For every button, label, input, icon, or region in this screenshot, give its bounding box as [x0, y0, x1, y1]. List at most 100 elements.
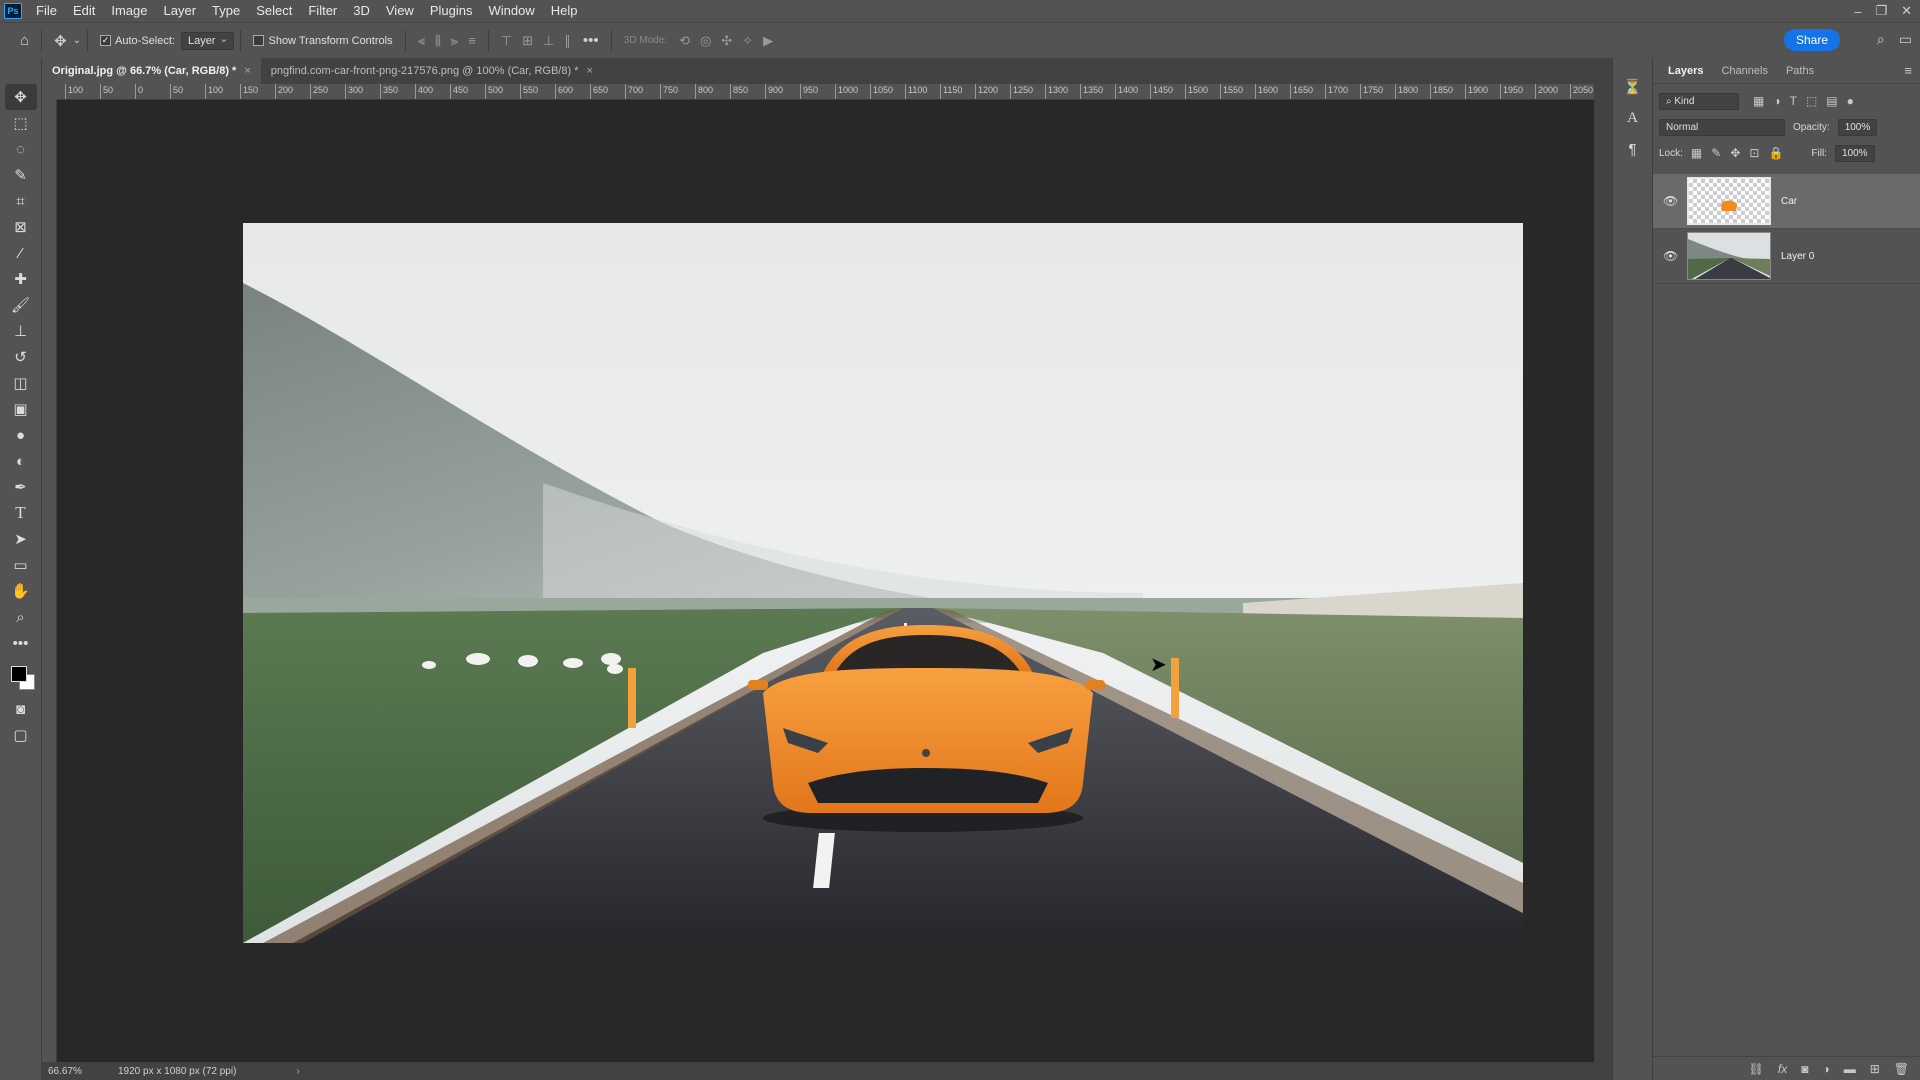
chevron-down-icon[interactable]: ⌄	[73, 35, 81, 46]
lock-transparent-icon[interactable]: ▦	[1691, 146, 1702, 160]
menu-help[interactable]: Help	[543, 0, 586, 22]
tab-layers[interactable]: Layers	[1659, 58, 1712, 84]
lasso-tool-icon[interactable]: ◌	[5, 136, 37, 162]
tab-paths[interactable]: Paths	[1777, 58, 1823, 84]
path-select-tool-icon[interactable]: ➤	[5, 526, 37, 552]
layer-name[interactable]: Car	[1781, 196, 1797, 207]
gradient-tool-icon[interactable]: ▣	[5, 396, 37, 422]
tab-close-icon[interactable]: ×	[586, 58, 592, 84]
menu-image[interactable]: Image	[103, 0, 155, 22]
zoom-level[interactable]: 66.67%	[42, 1066, 102, 1077]
align-right-icon[interactable]: ⫸	[451, 33, 458, 49]
filter-toggle-icon[interactable]: ●	[1847, 94, 1854, 108]
new-layer-icon[interactable]: ⊞	[1870, 1062, 1880, 1076]
layer-style-icon[interactable]: fx	[1778, 1062, 1787, 1076]
status-menu-arrow[interactable]: ›	[236, 1066, 299, 1077]
home-icon[interactable]: ⌂	[14, 32, 35, 49]
align-top-icon[interactable]: ⊤	[501, 33, 512, 49]
tab-pngfind[interactable]: pngfind.com-car-front-png-217576.png @ 1…	[261, 58, 603, 84]
quick-mask-icon[interactable]: ◙	[5, 696, 37, 722]
vertical-scrollbar[interactable]	[1594, 84, 1612, 1062]
restore-button[interactable]: ❐	[1875, 3, 1887, 19]
slide-icon[interactable]: ✧	[742, 33, 753, 49]
document-canvas[interactable]	[243, 223, 1523, 943]
canvas-area[interactable]: ➤	[57, 100, 1594, 1062]
orbit-icon[interactable]: ⟲	[679, 33, 690, 49]
new-group-icon[interactable]: ▬	[1844, 1062, 1856, 1076]
blend-mode-dropdown[interactable]: Normal	[1659, 118, 1785, 136]
pan-icon[interactable]: ✣	[721, 33, 732, 49]
rectangle-tool-icon[interactable]: ▭	[5, 552, 37, 578]
align-left-icon[interactable]: ⫷	[418, 33, 425, 49]
lock-pixels-icon[interactable]: ✎	[1711, 146, 1721, 160]
roll-icon[interactable]: ◎	[700, 33, 711, 49]
link-layers-icon[interactable]: ⛓	[1749, 1062, 1764, 1076]
brush-tool-icon[interactable]: 🖌	[5, 292, 37, 318]
visibility-eye-icon[interactable]: 👁	[1663, 194, 1678, 208]
crop-tool-icon[interactable]: ⌗	[5, 188, 37, 214]
visibility-eye-icon[interactable]: 👁	[1663, 249, 1678, 263]
healing-brush-tool-icon[interactable]: ✚	[5, 266, 37, 292]
search-icon[interactable]: ⌕	[1877, 31, 1885, 48]
tab-original[interactable]: Original.jpg @ 66.7% (Car, RGB/8) * ×	[42, 58, 261, 84]
camera-icon[interactable]: ▶	[763, 33, 773, 49]
history-brush-tool-icon[interactable]: ↺	[5, 344, 37, 370]
smart-object-filter-icon[interactable]: ▤	[1826, 94, 1837, 108]
vertical-ruler[interactable]	[42, 100, 57, 1062]
add-mask-icon[interactable]: ◙	[1801, 1062, 1808, 1076]
history-panel-icon[interactable]: ⏳	[1623, 78, 1642, 96]
auto-select-checkbox[interactable]: ✓ Auto-Select:	[94, 35, 181, 47]
adjustment-layer-icon[interactable]: ◑	[1822, 1062, 1829, 1076]
lock-all-icon[interactable]: 🔒	[1768, 146, 1783, 160]
tab-channels[interactable]: Channels	[1712, 58, 1776, 84]
horizontal-ruler[interactable]: 100 50 0 50 100 150 200 250 300 350 400 450 500 550 60…	[57, 84, 1594, 100]
workspace-icon[interactable]: ▭	[1899, 31, 1912, 48]
menu-layer[interactable]: Layer	[156, 0, 205, 22]
dodge-tool-icon[interactable]: ◐	[5, 448, 37, 474]
tab-close-icon[interactable]: ×	[244, 58, 250, 84]
marquee-tool-icon[interactable]: ⬚	[5, 110, 37, 136]
fill-input[interactable]: 100%	[1834, 144, 1875, 162]
eraser-tool-icon[interactable]: ◫	[5, 370, 37, 396]
lock-position-icon[interactable]: ✥	[1730, 146, 1740, 160]
adjustment-filter-icon[interactable]: ◑	[1773, 94, 1780, 108]
menu-plugins[interactable]: Plugins	[422, 0, 481, 22]
layer-row-layer-0[interactable]: 👁 Layer 0	[1653, 229, 1920, 284]
frame-tool-icon[interactable]: ⊠	[5, 214, 37, 240]
layer-row-car[interactable]: 👁 Car	[1653, 174, 1920, 229]
close-button[interactable]: ✕	[1901, 3, 1912, 19]
pen-tool-icon[interactable]: ✒	[5, 474, 37, 500]
share-button[interactable]: Share	[1783, 29, 1840, 51]
zoom-tool-icon[interactable]: ⌕	[5, 604, 37, 630]
move-tool-icon[interactable]: ✥	[4, 84, 37, 110]
align-center-h-icon[interactable]: ⫼	[435, 33, 441, 49]
align-middle-icon[interactable]: ⊞	[522, 33, 533, 49]
foreground-color-swatch[interactable]	[10, 666, 27, 682]
eyedropper-tool-icon[interactable]: ⁄	[5, 240, 37, 266]
distribute-v-icon[interactable]: ≡	[468, 33, 476, 49]
panel-menu-icon[interactable]: ≡	[1904, 63, 1912, 78]
screen-mode-icon[interactable]: ▢	[5, 722, 37, 748]
ruler-origin[interactable]	[42, 84, 57, 100]
distribute-h-icon[interactable]: ∥	[564, 33, 571, 49]
pixel-filter-icon[interactable]: ▦	[1753, 94, 1764, 108]
menu-view[interactable]: View	[378, 0, 422, 22]
opacity-input[interactable]: 100%	[1837, 118, 1878, 136]
move-tool-preset-icon[interactable]: ✥	[48, 32, 73, 50]
layer-name[interactable]: Layer 0	[1781, 251, 1814, 262]
menu-filter[interactable]: Filter	[300, 0, 345, 22]
type-tool-icon[interactable]: T	[5, 500, 37, 526]
menu-select[interactable]: Select	[248, 0, 300, 22]
shape-filter-icon[interactable]: ⬚	[1806, 94, 1817, 108]
menu-edit[interactable]: Edit	[65, 0, 103, 22]
menu-3d[interactable]: 3D	[345, 0, 378, 22]
blur-tool-icon[interactable]: ●	[5, 422, 37, 448]
color-swatches[interactable]	[5, 662, 37, 696]
menu-file[interactable]: File	[28, 0, 65, 22]
menu-window[interactable]: Window	[480, 0, 542, 22]
character-panel-icon[interactable]: A	[1627, 110, 1638, 127]
align-bottom-icon[interactable]: ⊥	[543, 33, 554, 49]
auto-select-target-dropdown[interactable]: Layer	[180, 31, 235, 50]
paragraph-panel-icon[interactable]: ¶	[1628, 141, 1636, 158]
filter-kind-dropdown[interactable]: ⌕ Kind	[1659, 92, 1739, 110]
